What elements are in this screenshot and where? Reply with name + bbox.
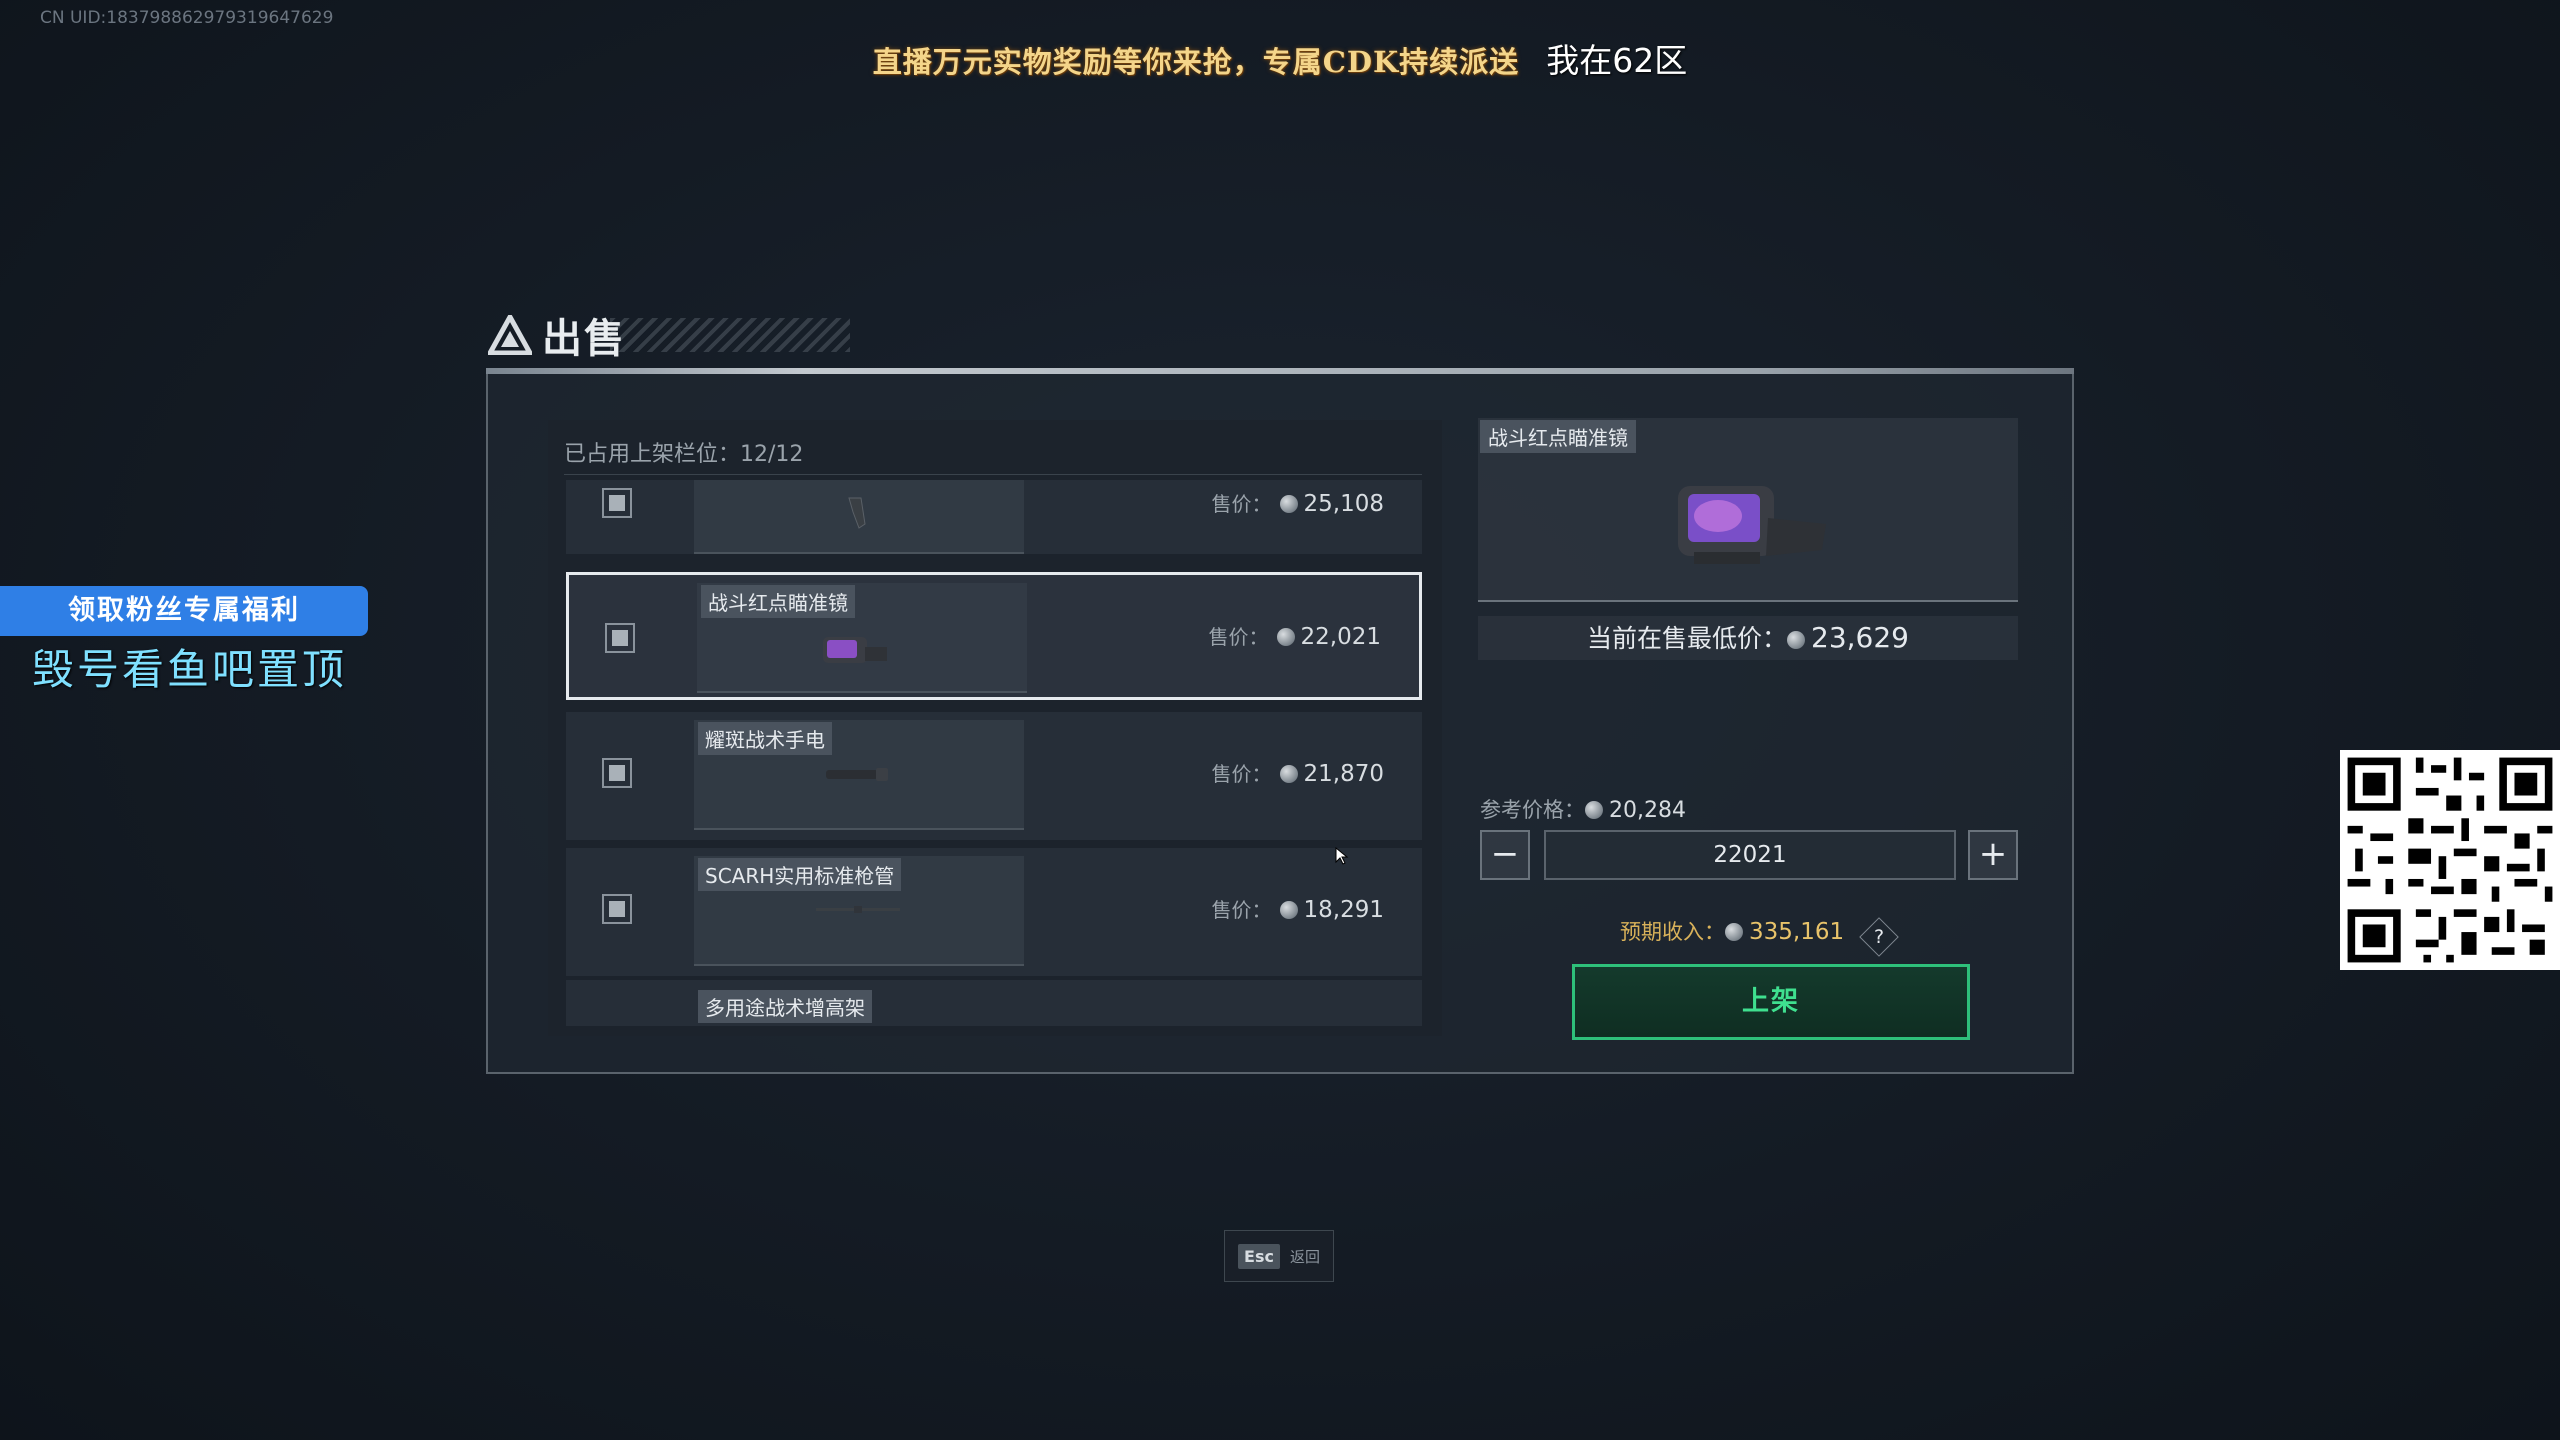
page-header: 出售 (488, 310, 626, 362)
banner-promo-text: 直播万元实物奖励等你来抢，专属CDK持续派送 (872, 45, 1520, 79)
list-item[interactable]: 多用途战术增高架 (566, 980, 1422, 1026)
list-for-sale-button[interactable]: 上架 (1572, 964, 1970, 1040)
item-name: SCARH实用标准枪管 (698, 858, 902, 891)
red-dot-sight-icon (823, 637, 887, 663)
grip-part-icon (848, 497, 866, 529)
back-label: 返回 (1289, 1247, 1320, 1266)
list-item[interactable]: SCARH实用标准枪管 售价： 18,291 (566, 848, 1422, 976)
barrel-icon (816, 906, 900, 913)
decrease-price-button[interactable]: − (1480, 830, 1530, 880)
price-input[interactable] (1544, 830, 1956, 880)
coin-icon (1725, 923, 1743, 941)
coin-icon (1279, 765, 1298, 783)
red-dot-sight-large-icon (1678, 486, 1826, 564)
banner-region-text: 我在62区 (1546, 41, 1688, 80)
item-name: 战斗红点瞄准镜 (701, 585, 855, 618)
detail-item-name: 战斗红点瞄准镜 (1480, 420, 1636, 453)
item-checkbox[interactable] (602, 488, 632, 518)
item-thumbnail (694, 480, 1024, 554)
list-item[interactable]: 售价： 25,108 (566, 480, 1422, 554)
list-divider (564, 474, 1422, 475)
lowest-price-bar: 当前在售最低价： 23,629 (1478, 616, 2018, 660)
fan-benefit-button[interactable]: 领取粉丝专属福利 (0, 586, 368, 636)
coin-icon (1276, 628, 1295, 646)
title-decoration (610, 318, 850, 352)
mouse-cursor-icon (1335, 846, 1349, 865)
list-item[interactable]: 耀斑战术手电 售价： 21,870 (566, 712, 1422, 840)
help-icon[interactable]: ? (1859, 917, 1899, 957)
item-price: 售价： 18,291 (1211, 897, 1384, 923)
item-price: 售价： 22,021 (1208, 624, 1381, 650)
player-uid: CN UID:183798862979319647629 (40, 8, 334, 28)
esc-key: Esc (1238, 1243, 1280, 1269)
coin-icon (1279, 495, 1298, 513)
list-item-selected[interactable]: 战斗红点瞄准镜 售价： 22,021 (566, 572, 1422, 700)
back-button[interactable]: Esc 返回 (1224, 1230, 1334, 1282)
item-checkbox[interactable] (602, 894, 632, 924)
coin-icon (1279, 901, 1298, 919)
item-price: 售价： 25,108 (1211, 491, 1384, 517)
fan-promo-text: 毁号看鱼吧置顶 (32, 645, 348, 694)
flashlight-icon (826, 768, 888, 781)
expected-income: 预期收入： 335,161 ? (1620, 916, 1899, 957)
item-name: 多用途战术增高架 (698, 990, 872, 1023)
item-price: 售价： 21,870 (1211, 761, 1384, 787)
page-title: 出售 (542, 316, 626, 362)
item-checkbox[interactable] (605, 623, 635, 653)
coin-icon (1585, 801, 1603, 819)
item-name: 耀斑战术手电 (698, 722, 832, 755)
stream-banner: 直播万元实物奖励等你来抢，专属CDK持续派送 我在62区 (0, 34, 2560, 82)
increase-price-button[interactable]: + (1968, 830, 2018, 880)
item-checkbox[interactable] (602, 758, 632, 788)
listing-slots-label: 已占用上架栏位：12/12 (564, 442, 804, 467)
coin-icon (1787, 631, 1806, 649)
reference-price: 参考价格： 20,284 (1480, 798, 1686, 823)
delta-logo-icon (488, 315, 532, 355)
qr-code-image (2340, 750, 2560, 970)
